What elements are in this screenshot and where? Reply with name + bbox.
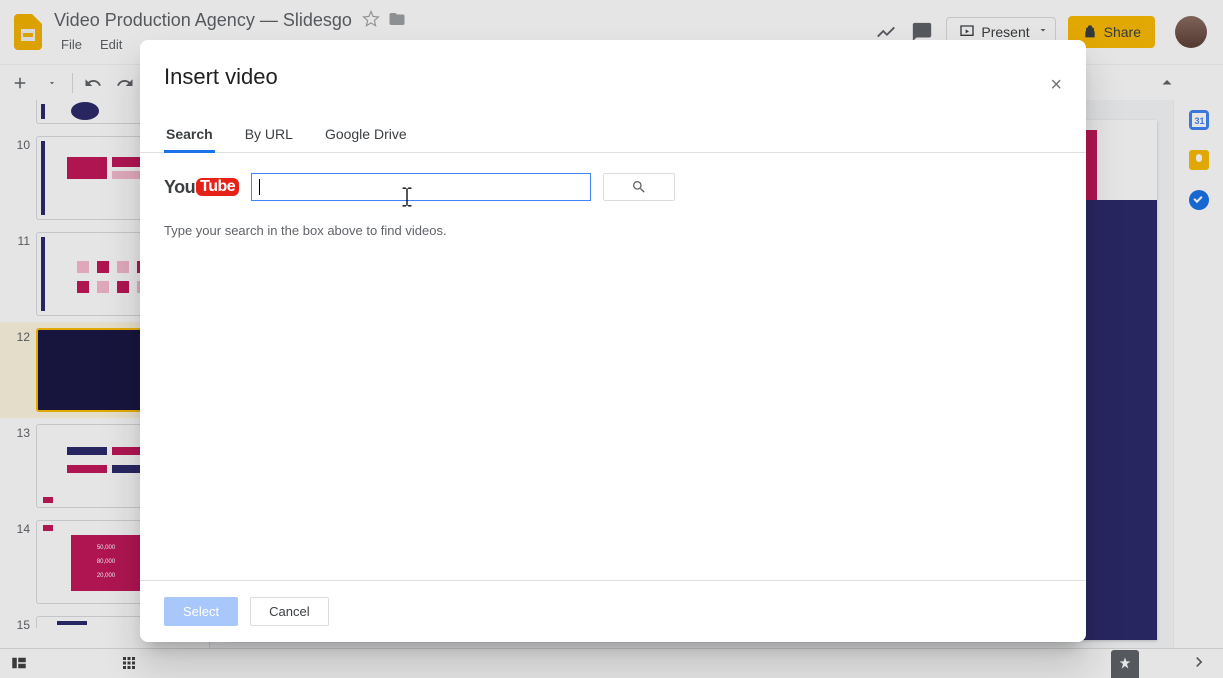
- dialog-tabs: Search By URL Google Drive: [140, 116, 1086, 153]
- cancel-button[interactable]: Cancel: [250, 597, 328, 626]
- video-search-input[interactable]: [251, 173, 591, 201]
- dialog-body: YouTube Type your search in the box abov…: [140, 153, 1086, 580]
- tab-search[interactable]: Search: [164, 116, 215, 152]
- search-button[interactable]: [603, 173, 675, 201]
- search-hint-text: Type your search in the box above to fin…: [164, 223, 1062, 238]
- search-row: YouTube: [164, 173, 1062, 201]
- youtube-logo-tube: Tube: [196, 178, 239, 196]
- select-button[interactable]: Select: [164, 597, 238, 626]
- dialog-title: Insert video: [140, 40, 1086, 98]
- insert-video-dialog: Insert video × Search By URL Google Driv…: [140, 40, 1086, 642]
- dialog-footer: Select Cancel: [140, 580, 1086, 642]
- tab-by-url[interactable]: By URL: [243, 116, 295, 152]
- youtube-logo: YouTube: [164, 177, 239, 198]
- youtube-logo-you: You: [164, 177, 195, 198]
- tab-google-drive[interactable]: Google Drive: [323, 116, 409, 152]
- close-icon[interactable]: ×: [1050, 74, 1062, 97]
